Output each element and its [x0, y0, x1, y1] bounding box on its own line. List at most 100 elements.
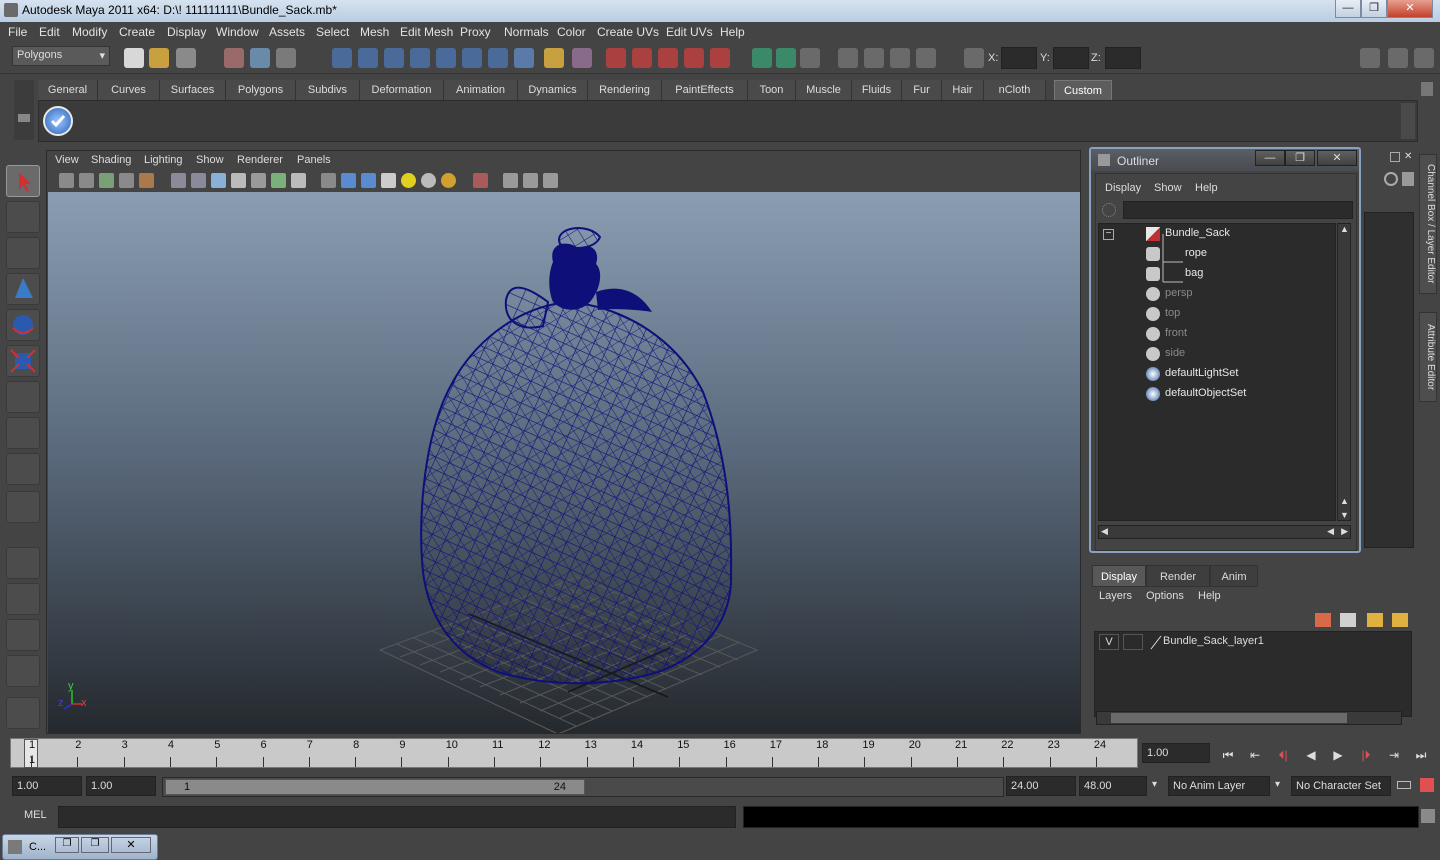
outliner-item-bag[interactable]: bag	[1099, 264, 1335, 284]
gate-mask-icon[interactable]	[231, 173, 246, 188]
channel-box-icon[interactable]	[1384, 172, 1398, 186]
outliner-layout-icon[interactable]	[1388, 48, 1408, 68]
input-ops-icon[interactable]	[488, 48, 508, 68]
move-layer-down-icon[interactable]	[1340, 613, 1356, 627]
layer-menu-help[interactable]: Help	[1198, 590, 1221, 602]
history-icon[interactable]	[462, 48, 482, 68]
time-slider[interactable]: 1 1 2 3 4 5 6 7 8 9 10 11 12 13 14 15 16 17 18 19 20 21 22 23 2…	[10, 738, 1138, 768]
menu-select[interactable]: Select	[316, 25, 349, 39]
lock-icon[interactable]	[544, 48, 564, 68]
scroll-right-icon[interactable]: ▶	[1341, 526, 1348, 537]
outliner-maximize-button[interactable]: ❐	[1285, 150, 1315, 166]
play-forwards-button[interactable]: ▶	[1327, 746, 1349, 764]
tab-render-layers[interactable]: Render	[1146, 565, 1210, 587]
playback-start-field[interactable]: 1.00	[86, 776, 156, 796]
scroll-thumb[interactable]	[1111, 713, 1347, 723]
minimized-restore-button[interactable]: ❐	[55, 837, 79, 853]
shelf-tab-painteffects[interactable]: PaintEffects	[662, 80, 748, 100]
menu-proxy[interactable]: Proxy	[460, 25, 491, 39]
outliner-close-button[interactable]: ✕	[1317, 150, 1357, 166]
scale-tool-icon[interactable]	[6, 345, 40, 377]
menu-edit-uvs[interactable]: Edit UVs	[666, 25, 713, 39]
trash-icon[interactable]	[1421, 82, 1433, 96]
xray-icon[interactable]	[503, 173, 518, 188]
outliner-menu-display[interactable]: Display	[1105, 182, 1141, 194]
outliner-item-side[interactable]: side	[1099, 344, 1335, 364]
smooth-shade-icon[interactable]	[341, 173, 356, 188]
playback-end-field[interactable]: 24.00	[1006, 776, 1076, 796]
xray-joints-icon[interactable]	[523, 173, 538, 188]
shelf-tab-polygons[interactable]: Polygons	[226, 80, 296, 100]
layer-row[interactable]: V Bundle_Sack_layer1	[1095, 632, 1411, 652]
outliner-item-default-light-set[interactable]: defaultLightSet	[1099, 364, 1335, 384]
hypershade-icon[interactable]	[684, 48, 704, 68]
shelf-tab-fur[interactable]: Fur	[902, 80, 942, 100]
isolate-select-icon[interactable]	[473, 173, 488, 188]
menu-edit[interactable]: Edit	[39, 25, 60, 39]
viewport-menu-view[interactable]: View	[55, 154, 79, 166]
menu-mesh[interactable]: Mesh	[360, 25, 389, 39]
shelf-tab-hair[interactable]: Hair	[942, 80, 984, 100]
shelf-tab-toon[interactable]: Toon	[748, 80, 796, 100]
viewport-menu-show[interactable]: Show	[196, 154, 224, 166]
single-pane-layout-icon[interactable]	[6, 547, 40, 579]
wireframe-on-shaded-icon[interactable]	[361, 173, 376, 188]
field-chart-icon[interactable]	[251, 173, 266, 188]
wireframe-icon[interactable]	[321, 173, 336, 188]
four-pane-layout-icon[interactable]	[6, 583, 40, 615]
character-set-field[interactable]: No Character Set	[1291, 776, 1391, 796]
z-coord-field[interactable]	[1105, 47, 1141, 69]
safe-action-icon[interactable]	[271, 173, 286, 188]
preferences-icon[interactable]	[1420, 778, 1434, 792]
ipr-render-icon[interactable]	[632, 48, 652, 68]
viewport-menu-renderer[interactable]: Renderer	[237, 154, 283, 166]
tab-channel-box-layer-editor[interactable]: Channel Box / Layer Editor	[1419, 154, 1437, 294]
script-editor-icon[interactable]	[1421, 809, 1435, 823]
step-forward-frame-button[interactable]: |⏵	[1355, 746, 1377, 764]
viewport-menu-lighting[interactable]: Lighting	[144, 154, 183, 166]
snap-grid-icon[interactable]	[332, 48, 352, 68]
shelf-tab-surfaces[interactable]: Surfaces	[160, 80, 226, 100]
outliner-item-rope[interactable]: rope	[1099, 244, 1335, 264]
shelf-tab-general[interactable]: General	[38, 80, 98, 100]
tab-attribute-editor[interactable]: Attribute Editor	[1419, 312, 1437, 402]
xray-active-components-icon[interactable]	[543, 173, 558, 188]
menu-edit-mesh[interactable]: Edit Mesh	[400, 25, 453, 39]
menu-color[interactable]: Color	[557, 25, 586, 39]
viewport-menu-panels[interactable]: Panels	[297, 154, 331, 166]
step-back-key-button[interactable]: ⇤	[1244, 746, 1266, 764]
outliner-horizontal-scrollbar[interactable]: ◀ ◀ ▶	[1098, 525, 1351, 539]
menu-normals[interactable]: Normals	[504, 25, 549, 39]
hand-tool-icon[interactable]	[6, 697, 40, 729]
range-slider-bar[interactable]: 1 24	[165, 779, 585, 795]
panel-float-icon[interactable]	[1390, 152, 1400, 162]
menu-create[interactable]: Create	[119, 25, 155, 39]
range-slider[interactable]: 1 24	[162, 777, 1004, 797]
menu-help[interactable]: Help	[720, 25, 745, 39]
move-layer-up-icon[interactable]	[1315, 613, 1331, 627]
shelf-scroll[interactable]	[1401, 103, 1415, 139]
scroll-up-icon[interactable]: ▲	[1340, 496, 1349, 506]
outliner-menu-show[interactable]: Show	[1154, 182, 1182, 194]
create-empty-layer-icon[interactable]	[1367, 613, 1383, 627]
layer-menu-layers[interactable]: Layers	[1099, 590, 1132, 602]
select-by-component-icon[interactable]	[276, 48, 296, 68]
play-backwards-button[interactable]: ◀	[1300, 746, 1322, 764]
shelf-tab-curves[interactable]: Curves	[98, 80, 160, 100]
graph-persp-layout-icon[interactable]	[6, 655, 40, 687]
shelf-tab-dynamics[interactable]: Dynamics	[518, 80, 588, 100]
menu-set-dropdown[interactable]: Polygons ▾	[12, 46, 110, 66]
render-settings-icon[interactable]	[658, 48, 678, 68]
rotate-tool-icon[interactable]	[6, 309, 40, 341]
safe-title-icon[interactable]	[291, 173, 306, 188]
resolution-gate-icon[interactable]	[211, 173, 226, 188]
step-forward-key-button[interactable]: ⇥	[1383, 746, 1405, 764]
go-to-start-button[interactable]: ⏮	[1217, 746, 1239, 764]
render-view-icon[interactable]	[710, 48, 730, 68]
perspective-viewport[interactable]: View Shading Lighting Show Renderer Pane…	[46, 150, 1081, 734]
select-by-object-icon[interactable]	[250, 48, 270, 68]
tab-anim-layers[interactable]: Anim	[1210, 565, 1258, 587]
lasso-tool-icon[interactable]	[6, 201, 40, 233]
shelf-tab-custom[interactable]: Custom	[1054, 80, 1112, 100]
two-d-pan-zoom-icon[interactable]	[139, 173, 154, 188]
